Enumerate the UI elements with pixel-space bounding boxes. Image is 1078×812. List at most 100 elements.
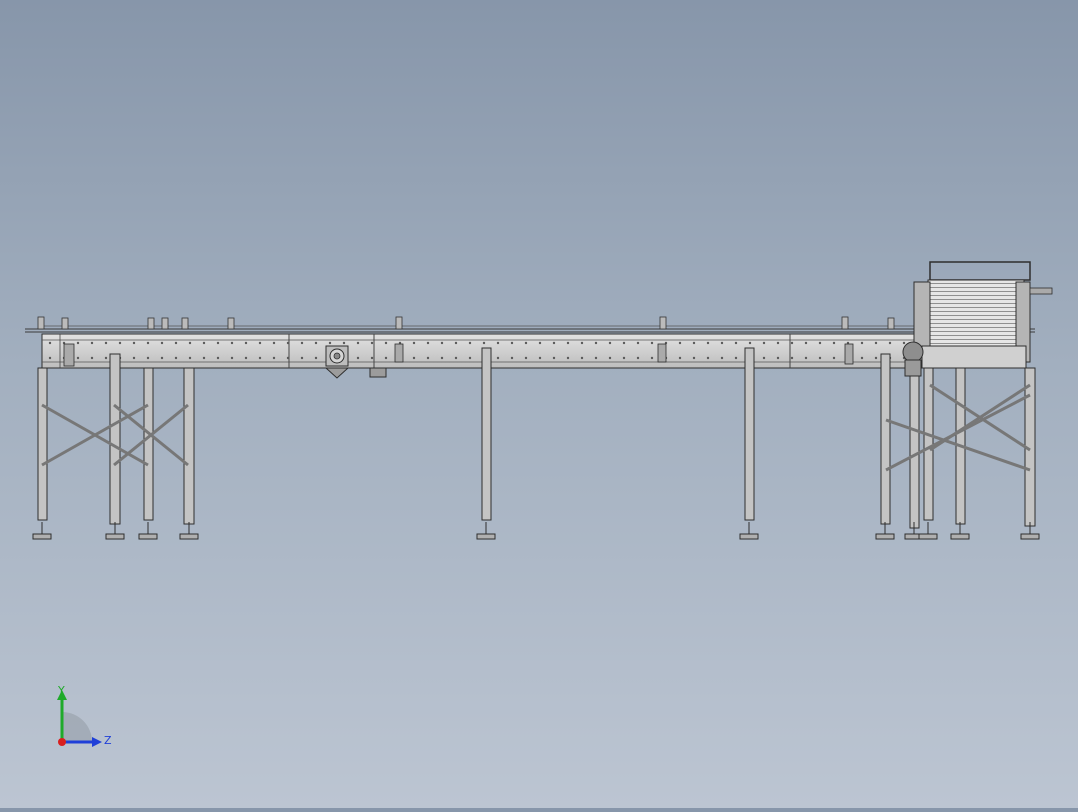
frame-hole (650, 356, 654, 360)
frame-hole (146, 356, 150, 360)
frame-hole (874, 356, 878, 360)
frame-hole (482, 341, 486, 345)
frame-hole (244, 341, 248, 345)
frame-hole (692, 356, 696, 360)
axis-triad: Y Z (40, 682, 130, 762)
middle-legs[interactable] (481, 347, 755, 521)
x-axis-dot (58, 738, 66, 746)
frame-hole (286, 341, 290, 345)
frame-hole (734, 341, 738, 345)
frame-hole (860, 356, 864, 360)
frame-hole (804, 341, 808, 345)
foot-pad (476, 533, 496, 540)
conveyor-model[interactable] (0, 0, 1078, 808)
frame-hole (860, 341, 864, 345)
frame-hole (818, 341, 822, 345)
frame-hole (776, 341, 780, 345)
foot-pad (875, 533, 895, 540)
frame-hole (76, 356, 80, 360)
frame-hole (370, 341, 374, 345)
z-axis-label: Z (104, 734, 112, 747)
frame-hole (426, 341, 430, 345)
frame-hole (160, 341, 164, 345)
frame-hole (454, 341, 458, 345)
frame-hole (678, 341, 682, 345)
frame-hole (426, 356, 430, 360)
frame-hole (174, 341, 178, 345)
frame-hole (314, 356, 318, 360)
frame-hole (636, 341, 640, 345)
frame-hole (468, 341, 472, 345)
foot-pad (950, 533, 970, 540)
frame-hole (496, 356, 500, 360)
foot-pad (32, 533, 52, 540)
head-unit[interactable] (902, 261, 1053, 377)
frame-hole (48, 356, 52, 360)
frame-hole (874, 341, 878, 345)
frame-hole (762, 356, 766, 360)
frame-hole (258, 356, 262, 360)
frame-hole (594, 356, 598, 360)
frame-hole (468, 356, 472, 360)
frame-hole (216, 356, 220, 360)
frame-hole (300, 341, 304, 345)
frame-hole (356, 356, 360, 360)
frame-hole (552, 341, 556, 345)
frame-hole (734, 356, 738, 360)
cad-viewport[interactable]: Y Z (0, 0, 1078, 808)
frame-hole (230, 341, 234, 345)
frame-hole (104, 356, 108, 360)
frame-hole (174, 356, 178, 360)
frame-hole (188, 341, 192, 345)
left-stand[interactable] (37, 353, 195, 525)
frame-hole (832, 341, 836, 345)
frame-hole (258, 341, 262, 345)
rail-brackets (37, 316, 895, 330)
frame-hole (146, 341, 150, 345)
frame-hole (118, 341, 122, 345)
frame-hole (188, 356, 192, 360)
triad-arc-icon (62, 712, 92, 742)
foot-pad (739, 533, 759, 540)
frame-hole (412, 341, 416, 345)
frame-hole (552, 356, 556, 360)
frame-hole (496, 341, 500, 345)
frame-hole (286, 356, 290, 360)
right-stand[interactable] (880, 353, 1036, 529)
frame-hole (272, 356, 276, 360)
frame-hole (762, 341, 766, 345)
frame-hole (160, 356, 164, 360)
frame-hole (776, 356, 780, 360)
frame-hole (748, 341, 752, 345)
frame-hole (202, 356, 206, 360)
frame-hole (244, 356, 248, 360)
frame-hole (580, 356, 584, 360)
frame-hole (90, 341, 94, 345)
frame-hole (524, 341, 528, 345)
frame-hole (300, 356, 304, 360)
frame-hole (902, 341, 906, 345)
frame-hole (370, 356, 374, 360)
frame-hole (440, 341, 444, 345)
guide-rail (25, 325, 1035, 333)
frame-hole (314, 341, 318, 345)
frame-hole (790, 341, 794, 345)
frame-hole (538, 341, 542, 345)
frame-hole (608, 356, 612, 360)
frame-hole (706, 341, 710, 345)
frame-hole (510, 341, 514, 345)
frame-hole (888, 341, 892, 345)
frame-hole (342, 341, 346, 345)
frame-hole (566, 341, 570, 345)
foot-pad (179, 533, 199, 540)
frame-hole (622, 341, 626, 345)
frame-hole (650, 341, 654, 345)
frame-hole (622, 356, 626, 360)
frame-hole (524, 356, 528, 360)
frame-hole (636, 356, 640, 360)
frame-hole (692, 341, 696, 345)
frame-hole (272, 341, 276, 345)
y-axis-label: Y (57, 684, 65, 697)
frame-hole (454, 356, 458, 360)
frame-hole (440, 356, 444, 360)
